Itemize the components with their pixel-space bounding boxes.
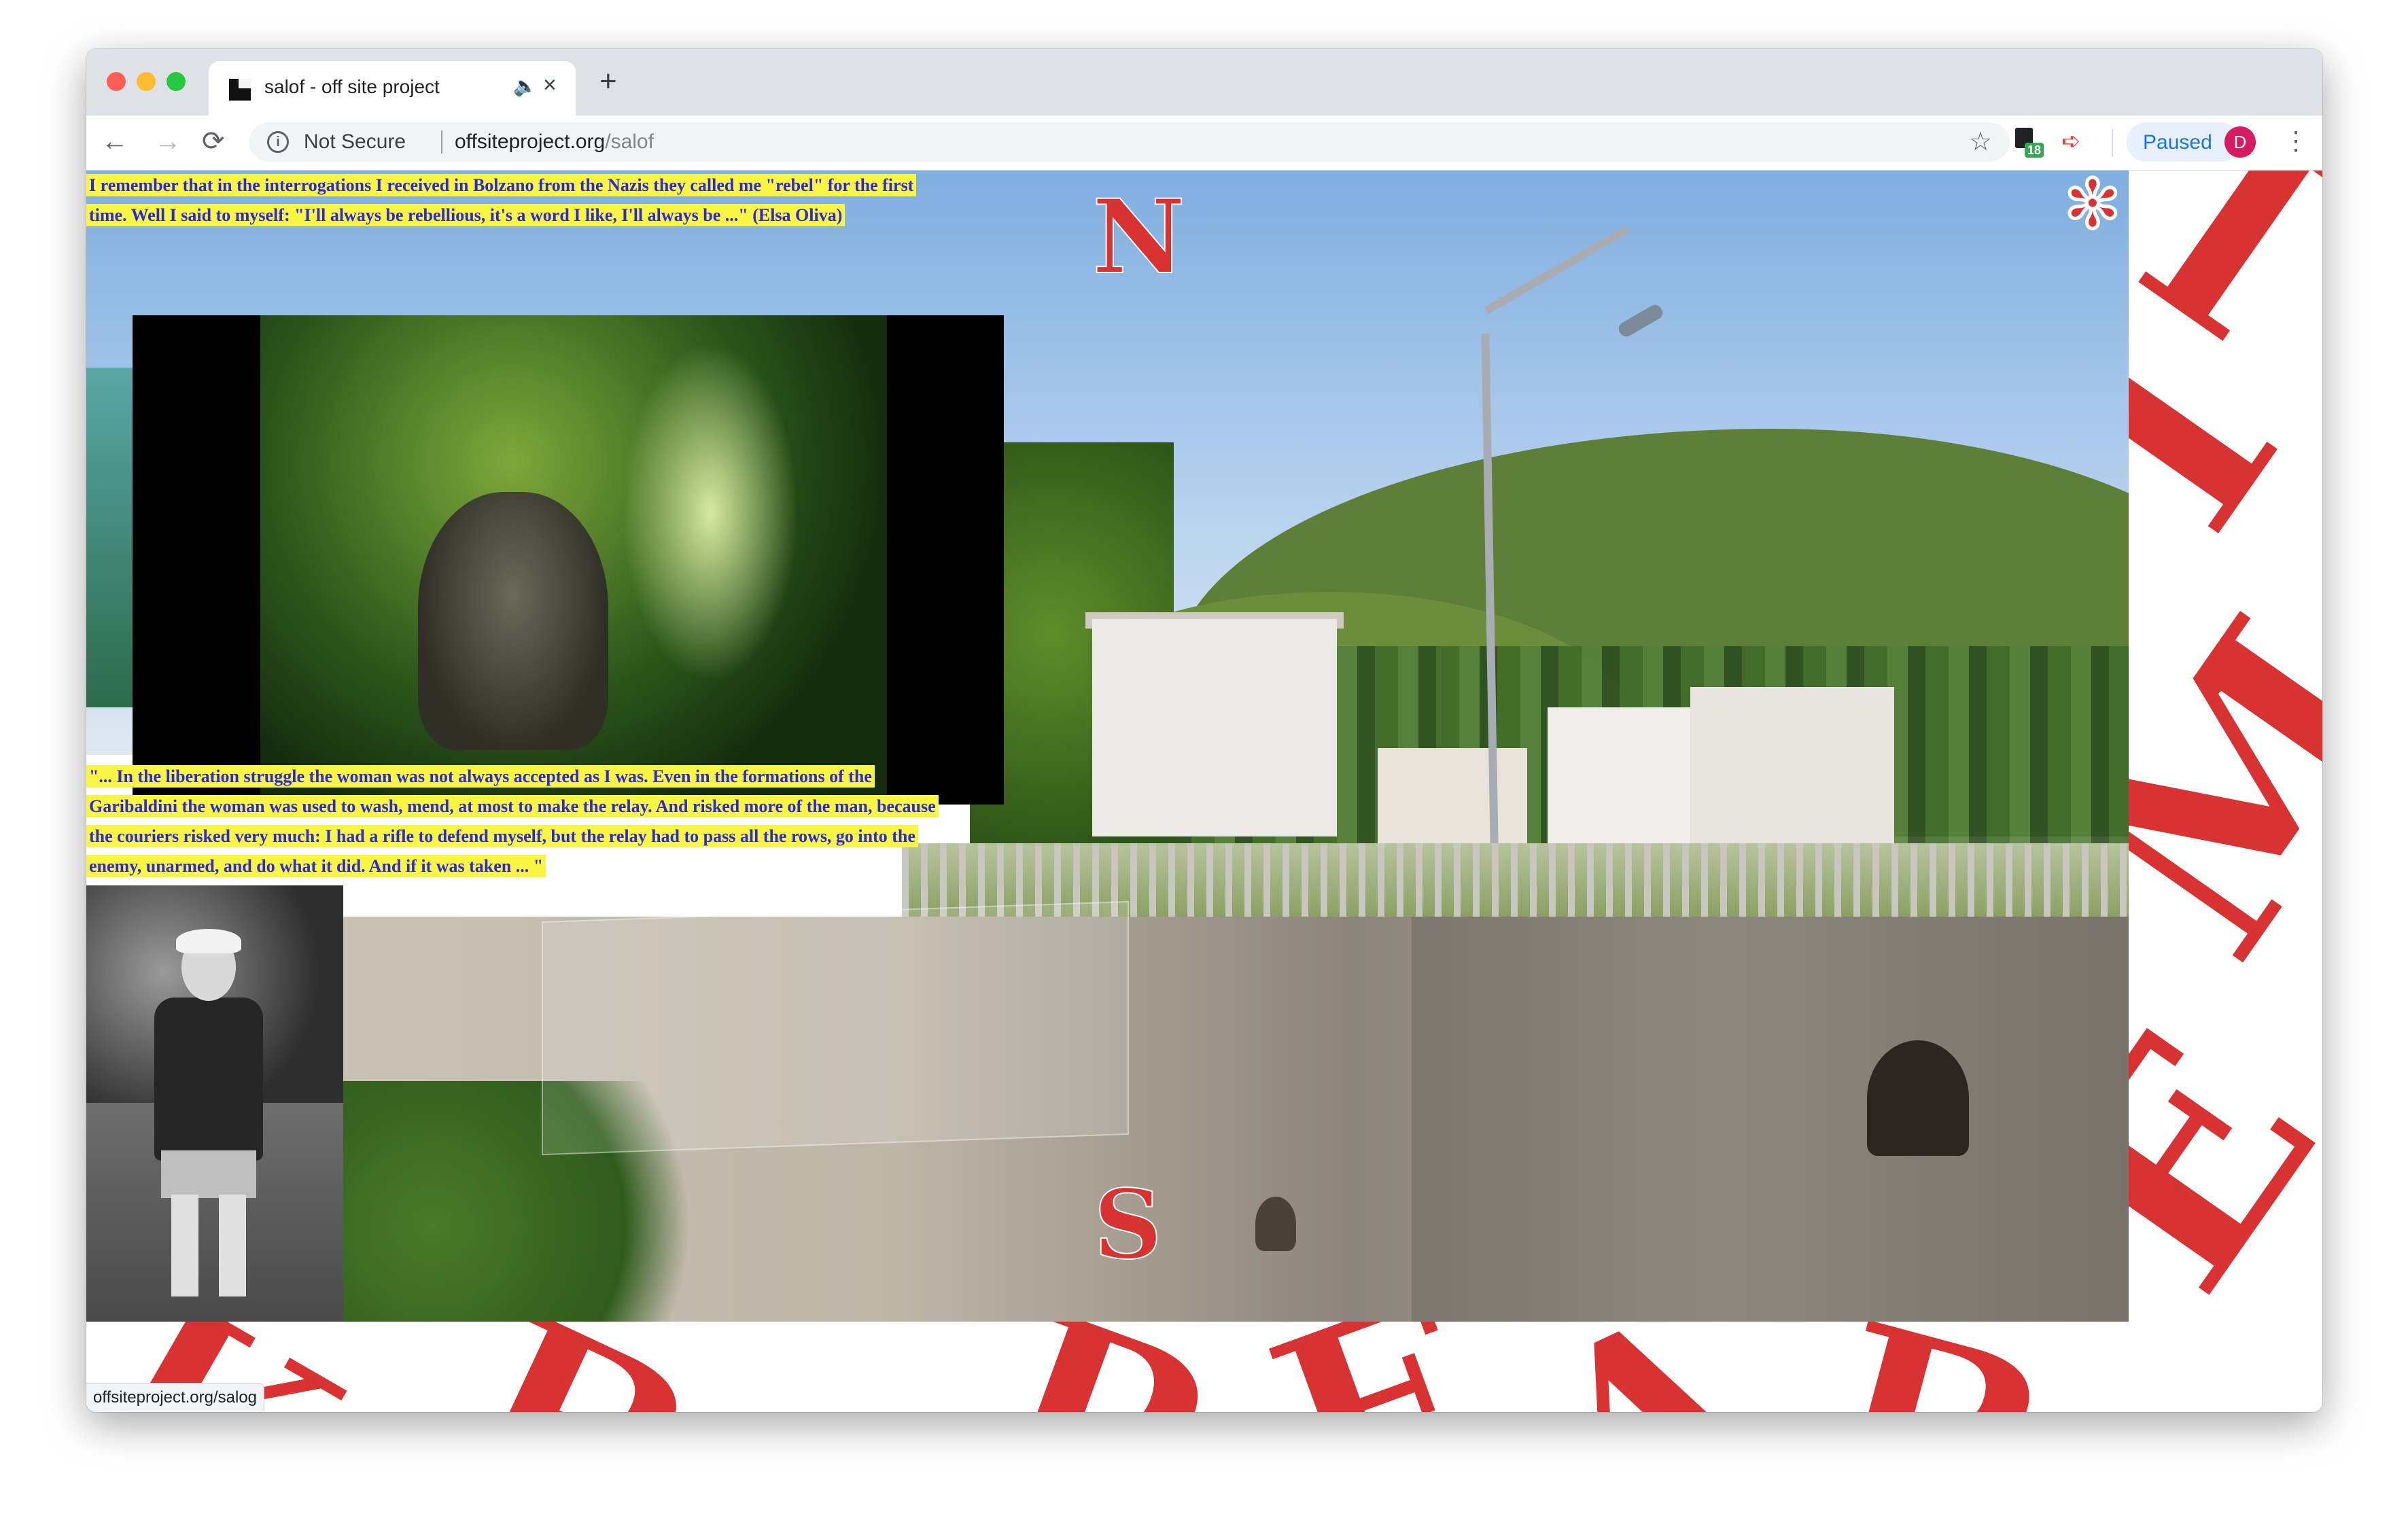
red-typography-pattern-right: I I M E bbox=[2129, 171, 2322, 1412]
info-icon[interactable]: i bbox=[267, 131, 289, 153]
browser-window: salof - off site project 🔈 × + ← → ⟳ i N… bbox=[86, 49, 2322, 1412]
scene-left-edge bbox=[86, 368, 134, 707]
security-label[interactable]: Not Secure bbox=[304, 130, 406, 154]
partisan-photo bbox=[86, 885, 343, 1322]
red-typography-pattern-bottom: K B R E A B bbox=[86, 1322, 2129, 1412]
compass-south: S bbox=[1093, 1169, 1163, 1282]
quote-elsa-oliva: I remember that in the interrogations I … bbox=[86, 171, 943, 230]
video-figure bbox=[418, 492, 608, 750]
decorative-letter: R bbox=[949, 1322, 1259, 1412]
archival-video[interactable] bbox=[133, 315, 1004, 805]
address-bar[interactable]: i Not Secure offsiteproject.org/salof ☆ bbox=[249, 122, 2010, 162]
scene-house bbox=[1690, 687, 1894, 850]
decorative-letter: E bbox=[2129, 975, 2322, 1349]
status-bar-url: offsiteproject.org/salog bbox=[86, 1383, 265, 1412]
decorative-letter: E bbox=[1234, 1322, 1527, 1412]
photo-legs bbox=[171, 1195, 246, 1296]
maximize-window-button[interactable] bbox=[167, 72, 186, 91]
photo-shorts bbox=[161, 1150, 256, 1198]
url-host: offsiteproject.org bbox=[455, 130, 606, 153]
quote-text: I remember that in the interrogations I … bbox=[86, 174, 917, 226]
reload-button[interactable]: ⟳ bbox=[202, 125, 225, 158]
url-path: /salof bbox=[605, 130, 654, 153]
scene-culvert bbox=[1255, 1197, 1296, 1251]
decorative-letter: B bbox=[1789, 1322, 2082, 1412]
bookmark-star-icon[interactable]: ☆ bbox=[1969, 126, 1992, 157]
scene-villa bbox=[1092, 619, 1337, 836]
audio-playing-icon[interactable]: 🔈 bbox=[513, 75, 537, 97]
photo-cap bbox=[176, 929, 241, 953]
address-separator bbox=[441, 130, 442, 154]
minimize-window-button[interactable] bbox=[137, 72, 156, 91]
new-tab-button[interactable]: + bbox=[599, 67, 617, 96]
decorative-letter: B bbox=[411, 1322, 741, 1412]
close-tab-icon[interactable]: × bbox=[543, 72, 557, 99]
compass-north: N bbox=[1092, 177, 1186, 298]
back-button[interactable]: ← bbox=[101, 125, 128, 158]
page-viewport: N S ✻ I remember that in the interrogati… bbox=[86, 171, 2322, 1412]
decorative-letter: M bbox=[2129, 561, 2322, 1017]
photo-person bbox=[134, 929, 283, 1300]
photo-jacket bbox=[154, 998, 263, 1161]
asterisk-icon: ✻ bbox=[2063, 171, 2122, 245]
street-view-navigation-pane[interactable] bbox=[542, 900, 1129, 1156]
tab-strip: salof - off site project 🔈 × + bbox=[86, 49, 2322, 116]
browser-toolbar: ← → ⟳ i Not Secure offsiteproject.org/sa… bbox=[86, 116, 2322, 171]
profile-status: Paused bbox=[2143, 131, 2212, 154]
quote-text: "... In the liberation struggle the woma… bbox=[86, 765, 939, 877]
browser-menu-icon[interactable]: ⋮ bbox=[2283, 126, 2309, 156]
tab-salof[interactable]: salof - off site project 🔈 × bbox=[209, 61, 576, 116]
cast-extension-icon[interactable]: ➪ bbox=[2061, 128, 2081, 155]
forward-button[interactable]: → bbox=[154, 125, 181, 158]
toolbar-separator bbox=[2112, 129, 2113, 156]
video-highlight bbox=[622, 342, 799, 682]
site-favicon-icon bbox=[229, 79, 251, 101]
avatar: D bbox=[2224, 126, 2256, 158]
scene-culvert bbox=[1867, 1040, 1969, 1156]
extension-button[interactable]: 18 bbox=[2015, 128, 2044, 158]
url-text[interactable]: offsiteproject.org/salof bbox=[455, 130, 654, 154]
profile-paused-button[interactable]: Paused D bbox=[2127, 122, 2256, 162]
street-view-panorama[interactable]: N S ✻ I remember that in the interrogati… bbox=[86, 171, 2129, 1322]
scene-house bbox=[1378, 748, 1527, 843]
tab-title: salof - off site project bbox=[264, 76, 440, 97]
close-window-button[interactable] bbox=[107, 72, 126, 91]
extension-badge: 18 bbox=[2025, 143, 2044, 158]
decorative-letter: A bbox=[1490, 1322, 1804, 1412]
quote-liberation-struggle: "... In the liberation struggle the woma… bbox=[86, 762, 943, 881]
scene-wall-shadow bbox=[1412, 917, 2129, 1322]
